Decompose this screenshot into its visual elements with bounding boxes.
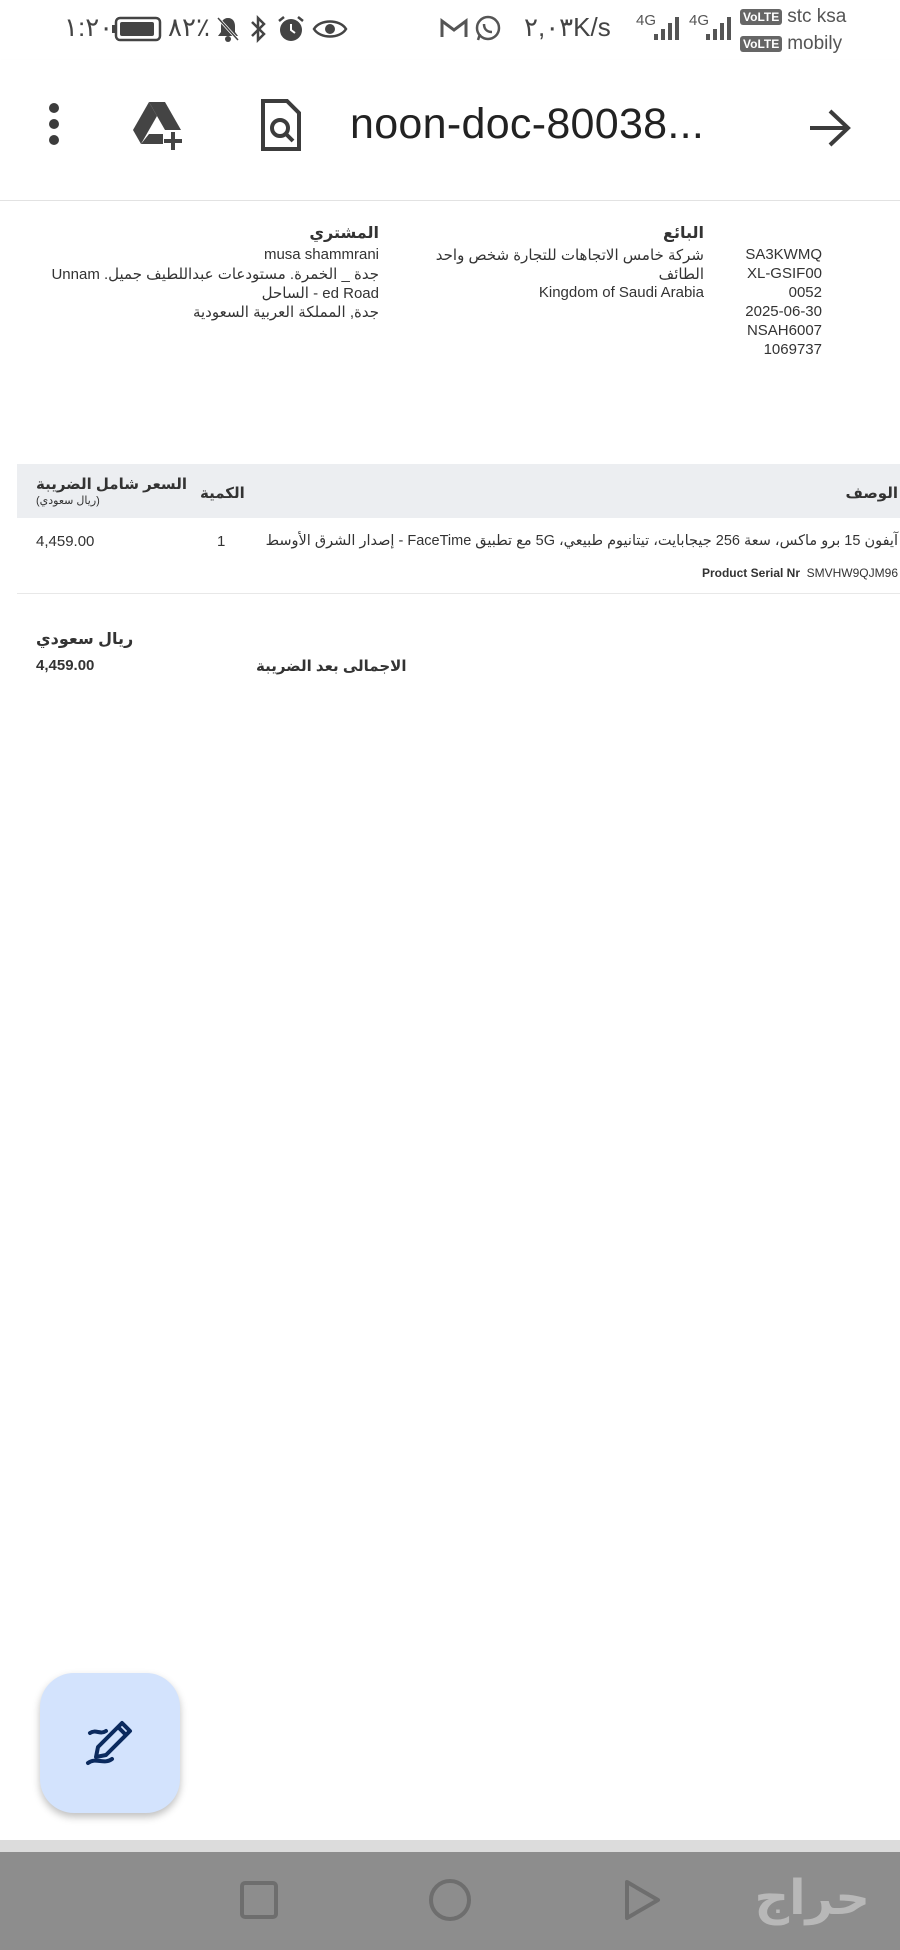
- buyer-line: musa shammrani: [263, 246, 379, 263]
- invoice-id: SA3KWMQ: [745, 246, 822, 263]
- draw-edit-icon: [82, 1713, 138, 1774]
- invoice-date: 2025-06-30: [745, 303, 822, 320]
- invoice-id: 0052: [788, 284, 822, 301]
- bluetooth-icon: [248, 14, 268, 49]
- watermark: حراج: [754, 1870, 871, 1926]
- status-bar: ١:٢٠ ٨٢٪ ٢,٠٣K/s 4G 4G VoLTE stc ksa VoLT…: [0, 0, 900, 60]
- row-divider: [17, 593, 900, 594]
- circle-icon: [427, 1877, 473, 1928]
- buyer-line: ed Road - الساحل: [261, 285, 379, 302]
- seller-line: Kingdom of Saudi Arabia: [538, 284, 704, 301]
- row-description: آيفون 15 برو ماكس، سعة 256 جيجابايت، تيت…: [265, 533, 898, 549]
- carrier-1: VoLTE stc ksa: [740, 6, 846, 28]
- carrier-1-name: stc ksa: [787, 6, 847, 27]
- invoice-id: XL-GSIF00: [746, 265, 822, 282]
- system-nav-bar: حراج: [0, 1852, 900, 1950]
- notifications-off-icon: [215, 15, 241, 48]
- column-header-quantity: الكمية: [200, 485, 245, 502]
- recents-button[interactable]: [231, 1874, 287, 1930]
- invoice-id: NSAH6007: [746, 322, 822, 339]
- seller-line: شركة خامس الاتجاهات للتجارة شخص واحد: [435, 247, 704, 264]
- find-in-page-button[interactable]: [256, 96, 306, 160]
- triangle-icon: [622, 1878, 662, 1927]
- edit-fab-button[interactable]: [40, 1673, 180, 1813]
- app-toolbar: noon-doc-80038...: [0, 60, 900, 201]
- volte-badge: VoLTE: [740, 35, 783, 52]
- more-menu-button[interactable]: [30, 96, 78, 156]
- column-header-price: السعر شامل الضريبة: [36, 476, 187, 493]
- network-speed: ٢,٠٣K/s: [524, 12, 611, 42]
- invoice-id: 1069737: [763, 341, 822, 358]
- total-currency: ريال سعودي: [36, 631, 134, 648]
- eye-icon: [312, 16, 348, 47]
- back-button[interactable]: [614, 1874, 670, 1930]
- square-icon: [239, 1880, 279, 1925]
- signal-icon: [704, 14, 732, 47]
- total-label: الاجمالى بعد الضريبة: [256, 658, 407, 675]
- volte-badge: VoLTE: [740, 8, 783, 25]
- document-title: noon-doc-80038...: [350, 100, 705, 148]
- page-edge: [0, 1840, 900, 1852]
- home-button[interactable]: [422, 1874, 478, 1930]
- battery-icon: [112, 16, 164, 47]
- carrier-2-name: mobily: [787, 33, 843, 54]
- row-price: 4,459.00: [36, 533, 95, 550]
- forward-button[interactable]: [800, 100, 860, 160]
- column-header-description: الوصف: [845, 485, 898, 502]
- seller-line: الطائف: [658, 266, 704, 283]
- total-value: 4,459.00: [36, 657, 95, 674]
- arrow-forward-icon: [808, 108, 852, 153]
- status-time: ١:٢٠: [64, 12, 114, 42]
- signal-icon: [652, 14, 680, 47]
- row-serial-label: Product Serial Nr: [701, 566, 800, 580]
- whatsapp-icon: [474, 14, 502, 47]
- buyer-heading: المشتري: [309, 225, 379, 242]
- invoice-document: البائع شركة خامس الاتجاهات للتجارة شخص و…: [0, 201, 900, 1841]
- carrier-2: VoLTE mobily: [740, 33, 842, 55]
- alarm-icon: [276, 14, 306, 49]
- find-in-page-icon: [259, 98, 303, 158]
- add-to-drive-button[interactable]: [128, 96, 192, 160]
- gmail-icon: [440, 17, 468, 44]
- add-to-drive-icon: [131, 100, 189, 157]
- row-serial-value: SMVHW9QJM96: [806, 566, 898, 580]
- battery-level: ٨٢٪: [168, 12, 210, 42]
- buyer-line: جدة, المملكة العربية السعودية: [192, 304, 379, 321]
- buyer-line: جدة _ الخمرة. مستودعات عبداللطيف جميل. U…: [51, 266, 379, 283]
- more-vert-icon: [47, 102, 61, 151]
- column-header-price-unit: (ريال سعودي): [36, 495, 100, 507]
- row-quantity: 1: [217, 533, 226, 550]
- seller-heading: البائع: [663, 225, 704, 242]
